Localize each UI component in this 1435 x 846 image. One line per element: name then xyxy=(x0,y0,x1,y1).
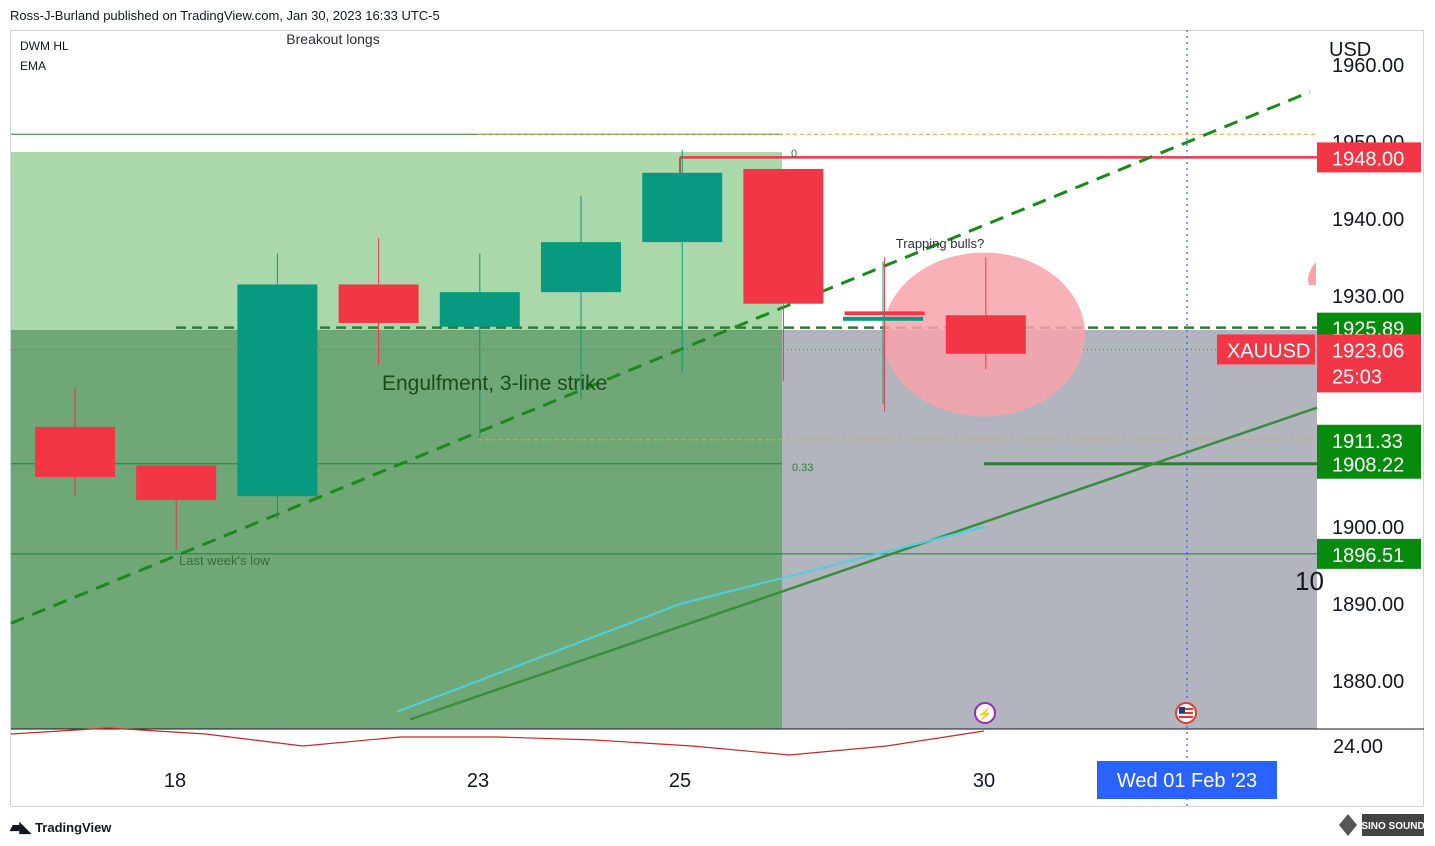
x-tick-label: 23 xyxy=(467,770,489,792)
footer-brand-label: TradingView xyxy=(35,819,112,835)
oscillator-line xyxy=(10,727,985,756)
indicator-ema: EMA xyxy=(20,59,46,73)
y-tick-label: 1900.00 xyxy=(1332,517,1404,539)
price-tag-label: 1948.00 xyxy=(1332,148,1404,170)
candle-body xyxy=(136,465,217,501)
candle-body xyxy=(743,168,824,304)
y-tick-label: 1930.00 xyxy=(1332,286,1404,308)
y-tick-label: 1890.00 xyxy=(1332,594,1404,616)
countdown-label: 25:03 xyxy=(1332,366,1382,388)
candle-body xyxy=(642,172,723,243)
price-tag-label: 1908.22 xyxy=(1332,455,1404,477)
price-tag-label: 1896.51 xyxy=(1332,545,1404,567)
lightning-icon: ⚡ xyxy=(974,702,996,724)
candle-body xyxy=(439,292,520,327)
y-tick-label: 1960.00 xyxy=(1332,55,1404,77)
fib-label-033: 0.33 xyxy=(792,462,813,474)
watermark-label: SINO SOUND xyxy=(1361,821,1424,832)
svg-text:⚡: ⚡ xyxy=(978,707,993,721)
candle-body xyxy=(237,284,318,497)
candle-body xyxy=(844,311,925,316)
candle-body xyxy=(541,242,621,293)
watermark-logo: SINO SOUND xyxy=(1339,814,1425,836)
us-flag-icon xyxy=(1175,702,1197,724)
oscillator-value: 24.00 xyxy=(1333,736,1383,758)
crosshair-date-label: Wed 01 Feb '23 xyxy=(1117,770,1257,792)
y-tick-label: 1940.00 xyxy=(1332,209,1404,231)
candle-body xyxy=(35,426,115,477)
x-tick-label: 30 xyxy=(973,770,995,792)
candle-body xyxy=(945,315,1026,354)
offscreen-circle-edge xyxy=(1307,262,1316,285)
doji-body xyxy=(843,316,923,321)
partial-label-10: 10 xyxy=(1295,566,1324,596)
indicator-dwm-hl: DWM HL xyxy=(20,39,69,53)
x-tick-label: 18 xyxy=(164,770,186,792)
annotation-engulfment: Engulfment, 3-line strike xyxy=(382,372,607,395)
fib-label-0: 0 xyxy=(791,148,797,160)
price-chart[interactable]: Breakout longs Trapping bulls? Engulfment,… xyxy=(0,0,1435,846)
candle-body xyxy=(338,284,419,323)
annotation-trapping-bulls: Trapping bulls? xyxy=(896,236,984,251)
footer-brand[interactable]: ▰◣ TradingView xyxy=(10,818,111,836)
annotation-breakout-longs: Breakout longs xyxy=(286,31,379,47)
y-tick-label: 1880.00 xyxy=(1332,671,1404,693)
x-tick-label: 25 xyxy=(669,770,691,792)
tradingview-logo-icon: ▰◣ xyxy=(10,819,31,836)
symbol-tag-label: XAUUSD xyxy=(1227,340,1310,362)
price-tag-label: 1923.06 xyxy=(1332,340,1404,362)
annotation-last-week-low: Last week's low xyxy=(179,553,270,568)
